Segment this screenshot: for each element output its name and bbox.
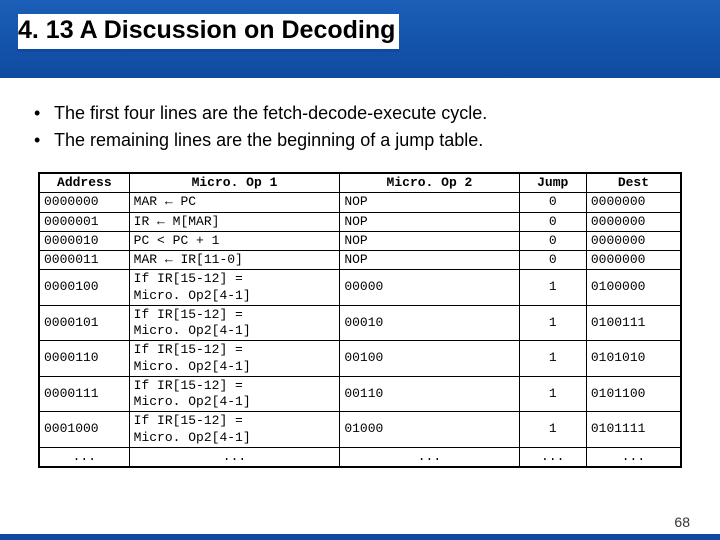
cell-op1: If IR[15-12] =Micro. Op2[4-1]: [129, 376, 340, 412]
cell-addr: 0000000: [40, 193, 130, 212]
cell-op2: NOP: [340, 212, 519, 231]
cell-op1: ...: [129, 447, 340, 466]
cell-op2: 00100: [340, 341, 519, 377]
cell-dest: 0101010: [586, 341, 680, 377]
cell-addr: 0000110: [40, 341, 130, 377]
cell-dest: 0101100: [586, 376, 680, 412]
cell-jump: 1: [519, 270, 586, 306]
col-dest: Dest: [586, 174, 680, 193]
cell-op1: If IR[15-12] =Micro. Op2[4-1]: [129, 341, 340, 377]
table-row: 0000101If IR[15-12] =Micro. Op2[4-1]0001…: [40, 305, 681, 341]
page-number: 68: [674, 514, 690, 530]
cell-jump: ...: [519, 447, 586, 466]
cell-dest: 0101111: [586, 412, 680, 448]
cell-jump: 0: [519, 251, 586, 270]
title-bar: 4. 13 A Discussion on Decoding: [0, 0, 720, 78]
col-address: Address: [40, 174, 130, 193]
cell-op1: IR ← M[MAR]: [129, 212, 340, 231]
table-row: 0000010PC < PC + 1NOP00000000: [40, 231, 681, 250]
table-row: 0000110If IR[15-12] =Micro. Op2[4-1]0010…: [40, 341, 681, 377]
cell-dest: 0000000: [586, 212, 680, 231]
cell-op1: If IR[15-12] =Micro. Op2[4-1]: [129, 412, 340, 448]
cell-dest: ...: [586, 447, 680, 466]
col-jump: Jump: [519, 174, 586, 193]
cell-jump: 1: [519, 376, 586, 412]
cell-dest: 0000000: [586, 251, 680, 270]
bullet-item: The remaining lines are the beginning of…: [32, 127, 696, 154]
cell-addr: 0000111: [40, 376, 130, 412]
cell-op2: 01000: [340, 412, 519, 448]
cell-op1: If IR[15-12] =Micro. Op2[4-1]: [129, 270, 340, 306]
table-row: 0000000MAR ← PCNOP00000000: [40, 193, 681, 212]
table-row: 0000001IR ← M[MAR]NOP00000000: [40, 212, 681, 231]
cell-op1: MAR ← PC: [129, 193, 340, 212]
cell-op1: If IR[15-12] =Micro. Op2[4-1]: [129, 305, 340, 341]
cell-addr: 0000010: [40, 231, 130, 250]
cell-op2: NOP: [340, 231, 519, 250]
cell-jump: 1: [519, 341, 586, 377]
cell-addr: ...: [40, 447, 130, 466]
cell-dest: 0100111: [586, 305, 680, 341]
col-microop1: Micro. Op 1: [129, 174, 340, 193]
cell-addr: 0000001: [40, 212, 130, 231]
cell-jump: 0: [519, 212, 586, 231]
microcode-table: Address Micro. Op 1 Micro. Op 2 Jump Des…: [38, 172, 682, 468]
cell-op2: 00000: [340, 270, 519, 306]
table-row: 0000100If IR[15-12] =Micro. Op2[4-1]0000…: [40, 270, 681, 306]
cell-jump: 1: [519, 412, 586, 448]
col-microop2: Micro. Op 2: [340, 174, 519, 193]
cell-op2: 00010: [340, 305, 519, 341]
cell-addr: 0000101: [40, 305, 130, 341]
table-row: 0000111If IR[15-12] =Micro. Op2[4-1]0011…: [40, 376, 681, 412]
table-row: 0001000If IR[15-12] =Micro. Op2[4-1]0100…: [40, 412, 681, 448]
cell-dest: 0000000: [586, 193, 680, 212]
bullet-list: The first four lines are the fetch-decod…: [32, 100, 696, 154]
cell-jump: 1: [519, 305, 586, 341]
cell-op2: NOP: [340, 251, 519, 270]
slide-title: 4. 13 A Discussion on Decoding: [18, 14, 399, 49]
cell-addr: 0000011: [40, 251, 130, 270]
cell-op2: ...: [340, 447, 519, 466]
cell-op2: NOP: [340, 193, 519, 212]
table-row: 0000011MAR ← IR[11-0]NOP00000000: [40, 251, 681, 270]
table-row: ...............: [40, 447, 681, 466]
bullet-item: The first four lines are the fetch-decod…: [32, 100, 696, 127]
cell-addr: 0000100: [40, 270, 130, 306]
cell-op2: 00110: [340, 376, 519, 412]
cell-jump: 0: [519, 231, 586, 250]
cell-addr: 0001000: [40, 412, 130, 448]
cell-op1: PC < PC + 1: [129, 231, 340, 250]
cell-dest: 0100000: [586, 270, 680, 306]
cell-op1: MAR ← IR[11-0]: [129, 251, 340, 270]
cell-dest: 0000000: [586, 231, 680, 250]
footer-accent: [0, 534, 720, 540]
cell-jump: 0: [519, 193, 586, 212]
table-header-row: Address Micro. Op 1 Micro. Op 2 Jump Des…: [40, 174, 681, 193]
